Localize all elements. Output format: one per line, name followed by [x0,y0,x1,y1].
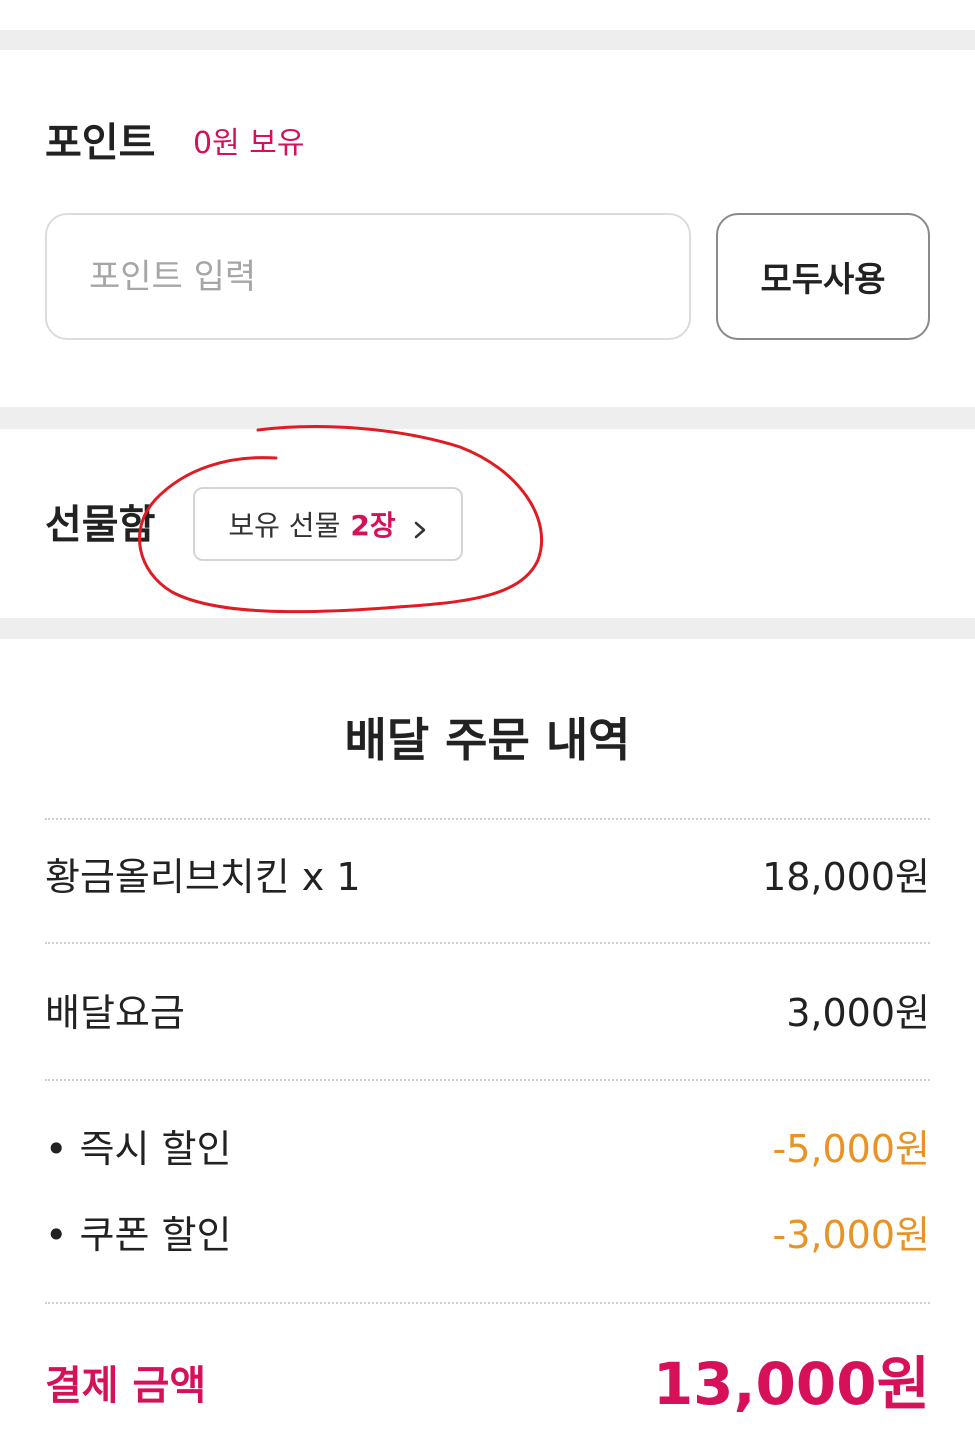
gift-box-button[interactable]: 보유 선물 2장 [193,487,463,561]
order-summary-title: 배달 주문 내역 [344,713,631,767]
divider [45,1302,930,1304]
points-section-title: 포인트 [45,120,156,166]
instant-discount-label: • 즉시 할인 [45,1127,232,1171]
instant-discount-value: -5,000원 [772,1127,930,1171]
section-divider [0,618,975,639]
coupon-discount-value: -3,000원 [772,1213,930,1257]
coupon-discount-label: • 쿠폰 할인 [45,1213,232,1257]
divider [45,942,930,944]
total-amount-value: 13,000원 [652,1350,930,1418]
gift-count: 2장 [350,509,396,542]
gift-chip-prefix: 보유 선물 [228,509,341,542]
order-item-price: 18,000원 [762,855,930,899]
chevron-right-icon [412,514,428,539]
points-balance: 0원 보유 [193,126,305,161]
divider [45,1079,930,1081]
order-item-name: 황금올리브치킨 x 1 [45,855,361,899]
total-amount-label: 결제 금액 [45,1363,207,1409]
section-divider [0,30,975,50]
divider [45,818,930,820]
section-divider [0,407,975,429]
points-input[interactable] [45,213,691,340]
delivery-fee-value: 3,000원 [786,991,930,1035]
delivery-fee-label: 배달요금 [45,991,185,1035]
use-all-points-button[interactable]: 모두사용 [716,213,930,340]
gift-box-title: 선물함 [45,502,156,548]
